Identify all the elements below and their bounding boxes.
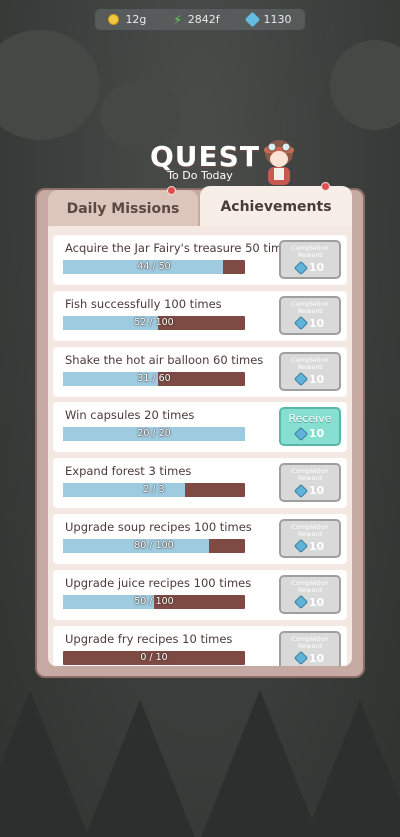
reward-amount: 10: [308, 595, 325, 609]
list-item: Upgrade juice recipes 100 times 50 / 100…: [53, 569, 347, 620]
progress-text: 20 / 20: [137, 428, 171, 440]
list-item: Shake the hot air balloon 60 times 31 / …: [53, 346, 347, 397]
reward-value: 10: [281, 595, 339, 610]
gold-amount: 12g: [125, 13, 147, 26]
progress-bar: 50 / 100: [63, 594, 245, 609]
gem-icon: [244, 11, 260, 28]
reward-amount: 10: [308, 484, 325, 498]
list-item: Acquire the Jar Fairy's treasure 50 time…: [53, 235, 347, 285]
completion-reward-button[interactable]: Completion Reward 10: [279, 630, 341, 666]
completion-reward-button[interactable]: Completion Reward 10: [279, 240, 341, 279]
achievement-title: Upgrade fry recipes 10 times: [65, 631, 233, 646]
reward-label: Completion Reward: [291, 467, 329, 483]
coin-icon: [108, 14, 120, 25]
list-item: Expand forest 3 times 2 / 3 Completion R…: [53, 458, 347, 509]
progress-bar: 31 / 60: [63, 371, 245, 386]
gem-icon: [293, 316, 308, 331]
reward-label: Receive: [288, 412, 332, 426]
tab-achievements[interactable]: Achievements: [200, 182, 352, 228]
achievement-title: Expand forest 3 times: [65, 464, 192, 479]
progress-bar: 44 / 50: [63, 260, 245, 274]
gem-icon: [293, 483, 308, 498]
reward-label: Completion Reward: [291, 244, 329, 259]
gem-icon: [293, 426, 308, 441]
progress-text: 44 / 50: [137, 261, 171, 272]
energy-counter: ⚡ 2842f: [173, 13, 219, 26]
gem-icon: [293, 372, 308, 387]
completion-reward-button[interactable]: Completion Reward 10: [279, 295, 341, 335]
reward-amount: 10: [308, 316, 325, 330]
progress-text: 52 / 100: [134, 316, 174, 328]
reward-value: 10: [281, 426, 339, 441]
notification-dot-icon: [321, 182, 330, 191]
completion-reward-button[interactable]: Completion Reward 10: [279, 518, 341, 558]
gem-icon: [293, 651, 308, 666]
reward-value: 10: [281, 651, 339, 666]
reward-label: Completion Reward: [291, 634, 329, 650]
character-portrait-icon: [264, 140, 294, 185]
progress-bar: 52 / 100: [63, 315, 245, 330]
list-item: Upgrade fry recipes 10 times 0 / 10 Comp…: [53, 625, 347, 666]
progress-text: 80 / 100: [134, 539, 174, 551]
achievement-title: Win capsules 20 times: [65, 408, 195, 423]
progress-bar: 20 / 20: [63, 427, 245, 442]
tab-daily-missions[interactable]: Daily Missions: [48, 186, 198, 228]
progress-text: 31 / 60: [137, 372, 171, 384]
reward-label: Completion Reward: [291, 355, 329, 371]
reward-value: 10: [281, 539, 339, 554]
tab-label: Daily Missions: [66, 201, 180, 217]
achievement-list[interactable]: Acquire the Jar Fairy's treasure 50 time…: [48, 226, 352, 666]
gem-counter: 1130: [244, 11, 292, 28]
energy-amount: 2842f: [187, 13, 220, 26]
gem-amount: 1130: [263, 13, 292, 26]
notification-dot-icon: [167, 186, 176, 195]
reward-value: 10: [281, 316, 339, 331]
achievement-title: Upgrade juice recipes 100 times: [65, 575, 252, 590]
achievement-title: Acquire the Jar Fairy's treasure 50 time…: [65, 241, 296, 255]
list-item: Fish successfully 100 times 52 / 100 Com…: [53, 290, 347, 341]
progress-bar: 0 / 10: [63, 650, 245, 665]
reward-amount: 10: [308, 427, 325, 441]
quest-header: QUEST To Do Today: [150, 140, 259, 182]
gem-icon: [293, 595, 308, 610]
reward-value: 10: [281, 260, 339, 275]
reward-label: Completion Reward: [291, 578, 329, 594]
gem-icon: [293, 260, 308, 275]
receive-button[interactable]: Receive 10: [279, 407, 341, 447]
reward-amount: 10: [308, 539, 325, 553]
reward-amount: 10: [308, 261, 325, 274]
reward-value: 10: [281, 483, 339, 498]
gem-icon: [293, 539, 308, 554]
reward-amount: 10: [308, 651, 325, 665]
gold-counter: 12g: [108, 13, 146, 26]
achievement-title: Shake the hot air balloon 60 times: [65, 352, 264, 367]
progress-bar: 80 / 100: [63, 538, 245, 553]
achievement-title: Fish successfully 100 times: [65, 296, 222, 311]
reward-amount: 10: [308, 372, 325, 386]
tab-label: Achievements: [220, 199, 332, 215]
progress-text: 0 / 10: [140, 651, 168, 663]
progress-text: 50 / 100: [134, 595, 174, 607]
reward-label: Completion Reward: [291, 522, 329, 538]
achievement-title: Upgrade soup recipes 100 times: [65, 519, 252, 534]
completion-reward-button[interactable]: Completion Reward 10: [279, 574, 341, 614]
progress-text: 2 / 3: [143, 484, 165, 496]
list-item: Win capsules 20 times 20 / 20 Receive 10: [53, 402, 347, 453]
resource-bar: 12g ⚡ 2842f 1130: [95, 9, 305, 30]
lightning-icon: ⚡: [173, 12, 182, 27]
progress-bar: 2 / 3: [63, 483, 245, 498]
list-item: Upgrade soup recipes 100 times 80 / 100 …: [53, 513, 347, 564]
reward-value: 10: [281, 372, 339, 387]
completion-reward-button[interactable]: Completion Reward 10: [279, 463, 341, 503]
reward-label: Completion Reward: [291, 299, 329, 315]
completion-reward-button[interactable]: Completion Reward 10: [279, 351, 341, 391]
